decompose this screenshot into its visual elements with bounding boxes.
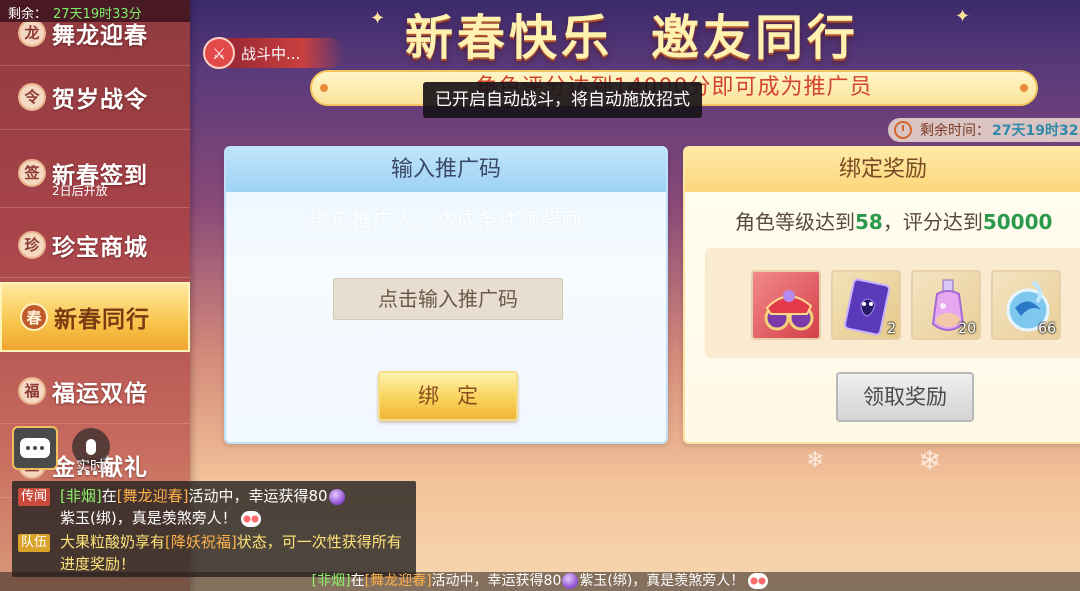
- sidebar-item-double-luck[interactable]: 福 福运双倍: [0, 358, 190, 424]
- checkin-open-hint: 2日后开放: [52, 184, 108, 198]
- claim-reward-button[interactable]: 领取奖励: [836, 372, 974, 422]
- auto-battle-tooltip: 已开启自动战斗，将自动施放招式: [423, 82, 702, 118]
- spring-icon: 春: [20, 303, 48, 331]
- chat-channel-rumor: 传闻: [18, 488, 51, 506]
- heart-eyes-emoji-icon: [748, 573, 769, 589]
- promo-code-input[interactable]: 点击输入推广码: [333, 278, 563, 320]
- sparkle-icon: ✦: [370, 8, 386, 29]
- card-icon[interactable]: 2: [831, 270, 901, 340]
- announcement-ticker: [非烟]在[舞龙迎春]活动中，幸运获得80 紫玉(绑)，真是羡煞旁人！: [0, 572, 1080, 591]
- chariot-icon[interactable]: [751, 270, 821, 340]
- realtime-voice-label: 实时: [76, 459, 104, 475]
- battle-status-badge[interactable]: ⚔ 战斗中...: [203, 37, 345, 69]
- treasure-icon: 珍: [18, 230, 46, 259]
- bind-button[interactable]: 绑定: [378, 371, 518, 421]
- remaining-time: 剩余时间： 27天19时32: [888, 118, 1080, 142]
- banner-dot-left: [320, 84, 328, 92]
- banner-dot-right: [1020, 84, 1028, 92]
- calendar-icon: 签: [18, 158, 46, 187]
- shield-icon: 令: [18, 82, 46, 111]
- reward-requirement: 角色等级达到58，评分达到50000: [735, 210, 1053, 234]
- reward-items-box: 2 20 66: [705, 248, 1080, 358]
- chat-channel-team: 队伍: [18, 534, 51, 552]
- purple-jade-icon: [328, 488, 345, 505]
- chat-line-team: 队伍 大果粒酸奶享有[降妖祝福]状态，可一次性获得所有进度奖励！: [18, 531, 410, 575]
- chat-icon[interactable]: [12, 426, 58, 470]
- snowflake-icon: ❄: [918, 444, 942, 477]
- bag-icon: 福: [18, 376, 46, 405]
- chat-line-rumor: 传闻 [非烟]在[舞龙迎春]活动中，幸运获得80 紫玉(绑)，真是羡煞旁人！: [18, 485, 410, 529]
- clock-icon: [894, 121, 912, 139]
- chat-panel[interactable]: 传闻 [非烟]在[舞龙迎春]活动中，幸运获得80 紫玉(绑)，真是羡煞旁人！ 队…: [12, 481, 416, 577]
- sidebar-item-treasure-shop[interactable]: 珍 珍宝商城: [0, 212, 190, 278]
- crossed-swords-icon: ⚔: [203, 37, 235, 69]
- sidebar-item-battle-pass[interactable]: 令 贺岁战令: [0, 64, 190, 130]
- snowflake-icon: ❄: [806, 448, 825, 473]
- sidebar-item-checkin[interactable]: 签 新春签到 2日后开放: [0, 138, 190, 208]
- potion-icon[interactable]: 20: [911, 270, 981, 340]
- heart-eyes-emoji-icon: [240, 510, 261, 527]
- dragon-icon: 龙: [18, 18, 46, 47]
- remaining-time-top: 剩余： 27天19时33分: [0, 0, 190, 22]
- purple-jade-icon: [562, 573, 579, 589]
- page-title: 新春快乐 邀友同行: [405, 10, 860, 66]
- promo-code-panel-title: 输入推广码: [226, 148, 666, 192]
- bind-reward-panel-title: 绑定奖励: [685, 148, 1080, 192]
- water-orb-icon[interactable]: 66: [991, 270, 1061, 340]
- promo-code-hint: 绑定推广人，达成条件领奖励: [309, 208, 583, 232]
- bind-reward-panel: 绑定奖励 角色等级达到58，评分达到50000 2 20 66 领取奖励: [683, 146, 1080, 444]
- promo-code-panel: 输入推广码 绑定推广人，达成条件领奖励 点击输入推广码 绑定: [224, 146, 668, 444]
- sidebar-item-spring-together[interactable]: 春 新春同行: [0, 282, 190, 352]
